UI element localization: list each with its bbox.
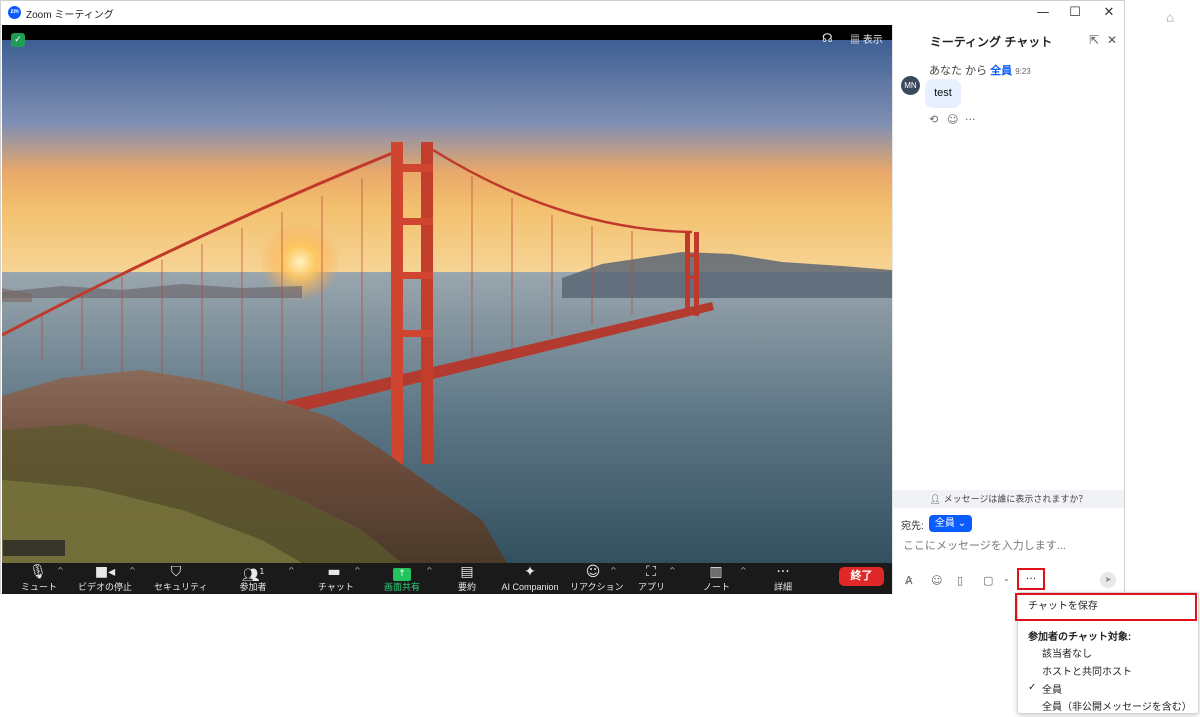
zoom-logo-icon: zm [8,6,21,19]
microphone-icon: 🎙︎ [29,564,47,580]
summary-label: 要約 [457,582,476,592]
participants-options-chevron-icon[interactable]: ^ [288,566,295,575]
shield-check-icon[interactable]: ✓ [11,33,25,47]
minimize-button[interactable]: — [1026,3,1060,23]
chevron-down-icon: ⌄ [957,518,967,529]
ai-companion-label: AI Companion [501,582,559,592]
pop-out-icon[interactable]: ⇱ [1089,33,1099,47]
file-icon[interactable]: ▯ [957,574,963,587]
chat-bubble-icon: ▬ [327,564,341,580]
reply-icon[interactable]: ⟲ [929,113,938,126]
recipient-dropdown-value: 全員 [934,518,955,529]
share-screen-icon: ↑ [393,568,411,581]
chat-options-chevron-icon[interactable]: ^ [354,566,361,575]
send-icon[interactable]: ➤ [1100,572,1116,588]
menu-option-host-cohost[interactable]: ホストと共同ホスト [1042,663,1132,678]
message-input[interactable] [903,537,1113,555]
chat-more-menu: チャットを保存 参加者のチャット対象: 該当者なし ホストと共同ホスト ✓ 全員… [1015,592,1199,714]
chat-label: チャット [318,582,354,592]
share-options-chevron-icon[interactable]: ^ [426,566,433,575]
meeting-toolbar: 🎙︎ ミュート ^ ■◂ ビデオの停止 ^ ⛉ セキュリティ 👥︎1 参加者 ^… [2,563,892,594]
window-title: Zoom ミーティング [26,10,114,21]
people-icon: 👤︎ [929,494,942,504]
chat-panel-title: ミーティング チャット [929,35,1053,49]
message-more-icon[interactable]: ··· [965,113,976,126]
message-meta: あなた から 全員 9:23 [929,62,1031,78]
save-chat-menu-item[interactable]: チャットを保存 [1015,593,1197,621]
checkmark-icon: ✓ [1028,682,1037,693]
ai-companion-button[interactable]: ✦ AI Companion [499,563,561,594]
menu-option-everyone[interactable]: 全員 [1042,681,1062,696]
zoom-meeting-window: zm Zoom ミーティング — ☐ ✕ ✓ ☊ ▦ 表示 🎙︎ ミュート ^ … [0,0,1125,594]
stage-icon[interactable]: ☊ [822,31,833,45]
participants-icon: 👥︎1 [241,567,265,584]
view-label: 表示 [862,35,883,46]
reactions-options-chevron-icon[interactable]: ^ [610,566,617,575]
notes-options-chevron-icon[interactable]: ^ [740,566,747,575]
message-bubble: test [925,79,961,108]
notes-icon: ▥ [709,564,723,580]
reactions-label: リアクション [570,582,624,592]
chat-panel: ミーティング チャット ⇱ ✕ MN あなた から 全員 9:23 test ⟲… [892,25,1124,594]
menu-option-nobody[interactable]: 該当者なし [1042,645,1092,660]
grid-icon: ▦ [850,35,860,46]
chat-button[interactable]: ▬ チャット [318,563,354,594]
notes-button[interactable]: ▥ ノート [703,563,731,594]
menu-option-everyone-private[interactable]: 全員（非公開メッセージを含む） [1042,698,1192,713]
participant-name-strip [3,540,65,556]
avatar: MN [901,76,920,95]
message-recipient[interactable]: 全員 [990,65,1012,77]
apps-options-chevron-icon[interactable]: ^ [669,566,676,575]
apps-button[interactable]: ⛶ アプリ [638,563,666,594]
add-reaction-icon[interactable]: ☺ [947,113,958,126]
screenshot-icon[interactable]: ▢ [983,574,993,587]
to-label: 宛先: [901,521,924,532]
more-label: 詳細 [773,582,792,592]
view-button[interactable]: ▦ 表示 [850,31,883,46]
participants-label: 参加者 [239,582,267,592]
video-area: ✓ ☊ ▦ 表示 🎙︎ ミュート ^ ■◂ ビデオの停止 ^ ⛉ セキュリティ … [2,25,892,594]
summary-button[interactable]: ▤ 要約 [455,563,479,594]
maximize-button[interactable]: ☐ [1058,3,1092,23]
title-bar: zm Zoom ミーティング — ☐ ✕ [1,1,1124,25]
format-text-icon[interactable]: A̷ [905,574,913,587]
end-meeting-button[interactable]: 終了 [839,567,884,586]
stop-video-button[interactable]: ■◂ ビデオの停止 [78,563,132,594]
visibility-notice-text: メッセージは誰に表示されますか？ [943,494,1088,504]
security-button[interactable]: ⛉ セキュリティ [154,563,208,594]
more-icon: ··· [776,564,790,580]
screen: ⌂ zm Zoom ミーティング — ☐ ✕ ✓ ☊ ▦ 表示 🎙︎ ミュート … [0,0,1200,717]
close-window-button[interactable]: ✕ [1092,3,1126,23]
close-chat-icon[interactable]: ✕ [1107,33,1117,47]
emoji-icon[interactable]: ☺ [931,574,942,587]
chat-more-button[interactable]: ··· [1017,568,1045,590]
visibility-notice[interactable]: 👤︎ メッセージは誰に表示されますか？ [893,490,1124,508]
shield-icon: ⛉ [170,564,182,580]
mute-button[interactable]: 🎙︎ ミュート [21,563,58,594]
apps-icon: ⛶ [646,564,656,580]
participant-count: 1 [259,567,265,576]
message-time: 9:23 [1015,67,1031,76]
audio-options-chevron-icon[interactable]: ^ [57,566,64,575]
mute-label: ミュート [21,582,58,592]
stop-video-label: ビデオの停止 [78,582,133,592]
golden-gate-bridge-video-frame [2,40,892,563]
more-button[interactable]: ··· 詳細 [770,563,796,594]
share-screen-label: 画面共有 [383,582,420,592]
apps-label: アプリ [638,582,666,592]
screenshot-options-chevron-icon[interactable]: ⌄ [1003,574,1010,583]
background-app-icon: ⌂ [1166,11,1175,26]
share-screen-button[interactable]: ↑ 画面共有 [380,563,424,594]
security-label: セキュリティ [154,582,208,592]
sparkle-icon: ✦ [524,564,536,580]
notes-label: ノート [703,582,731,592]
participants-button[interactable]: 👥︎1 参加者 [236,563,270,594]
message-from-word: から [965,65,988,77]
message-sender: あなた [929,65,962,77]
video-options-chevron-icon[interactable]: ^ [129,566,136,575]
recipient-dropdown[interactable]: 全員 ⌄ [929,515,972,532]
summary-icon: ▤ [460,564,474,580]
video-camera-icon: ■◂ [94,564,116,580]
participant-chat-permission-header: 参加者のチャット対象: [1028,632,1132,643]
